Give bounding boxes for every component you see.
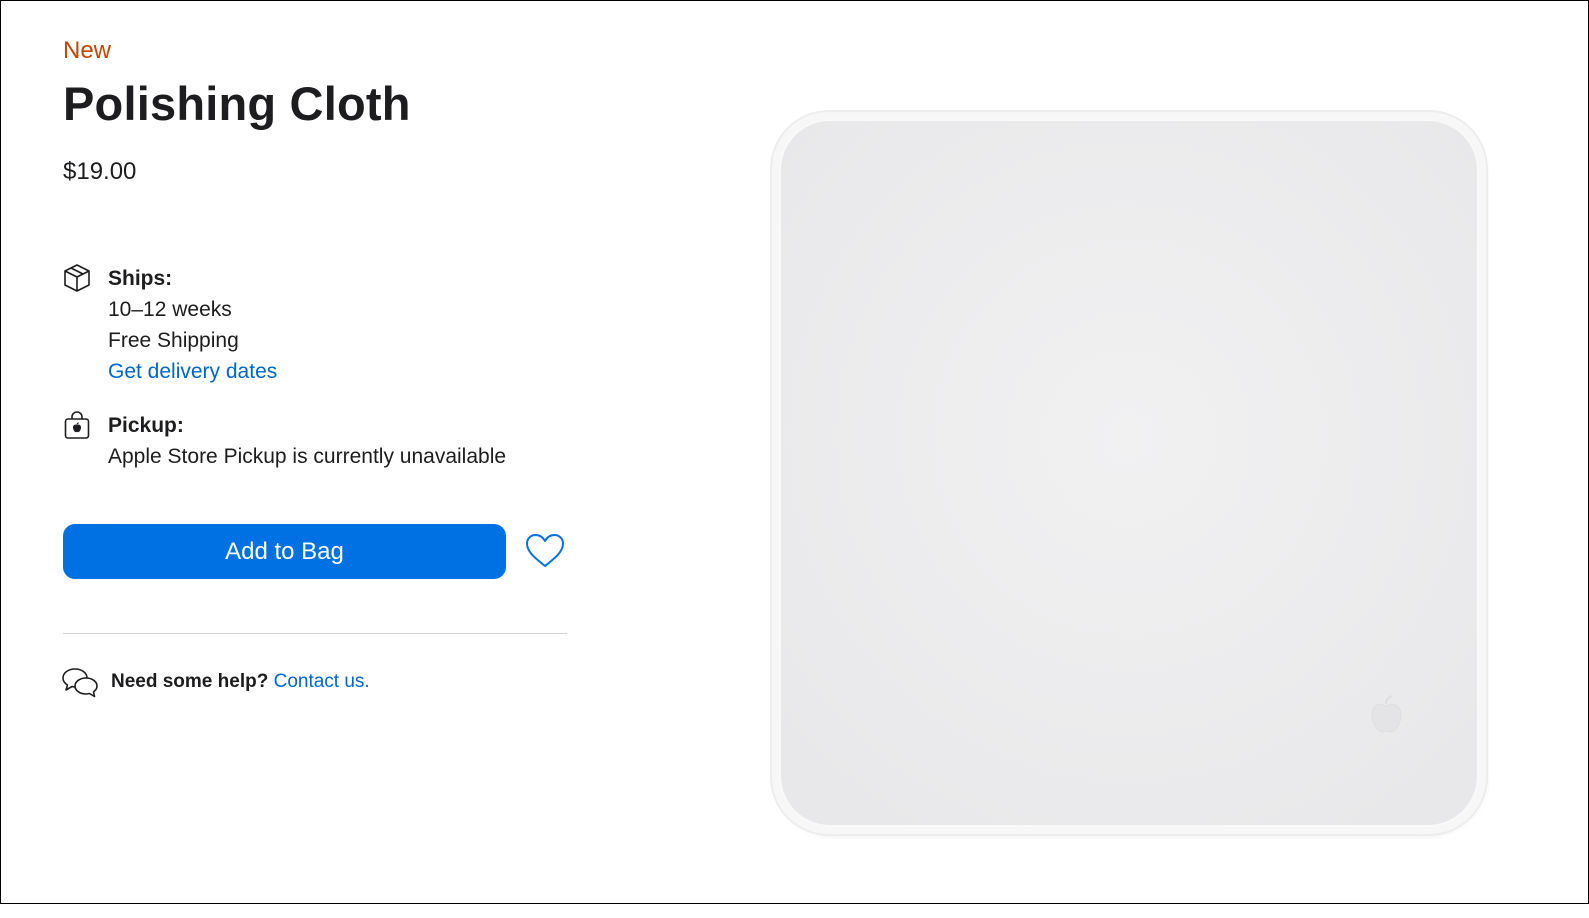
shipping-lead-time: 10–12 weeks (108, 298, 232, 321)
divider (63, 633, 567, 634)
favorite-button[interactable] (524, 530, 566, 572)
shipping-cost: Free Shipping (108, 329, 239, 352)
product-price: $19.00 (63, 158, 137, 185)
heart-icon (526, 534, 564, 567)
box-icon (64, 264, 90, 292)
new-badge: New (63, 37, 112, 64)
get-delivery-dates-link[interactable]: Get delivery dates (108, 360, 277, 383)
product-image (770, 110, 1488, 836)
pickup-status: Apple Store Pickup is currently unavaila… (108, 445, 507, 468)
pickup-heading: Pickup: (108, 414, 184, 437)
contact-us-link[interactable]: Contact us. (274, 671, 370, 692)
shipping-heading: Ships: (108, 267, 173, 290)
product-title: Polishing Cloth (63, 77, 411, 130)
shopping-bag-icon (64, 411, 90, 439)
add-to-bag-button[interactable]: Add to Bag (63, 524, 506, 579)
chat-bubbles-icon (62, 668, 98, 698)
help-question: Need some help? (111, 671, 269, 692)
